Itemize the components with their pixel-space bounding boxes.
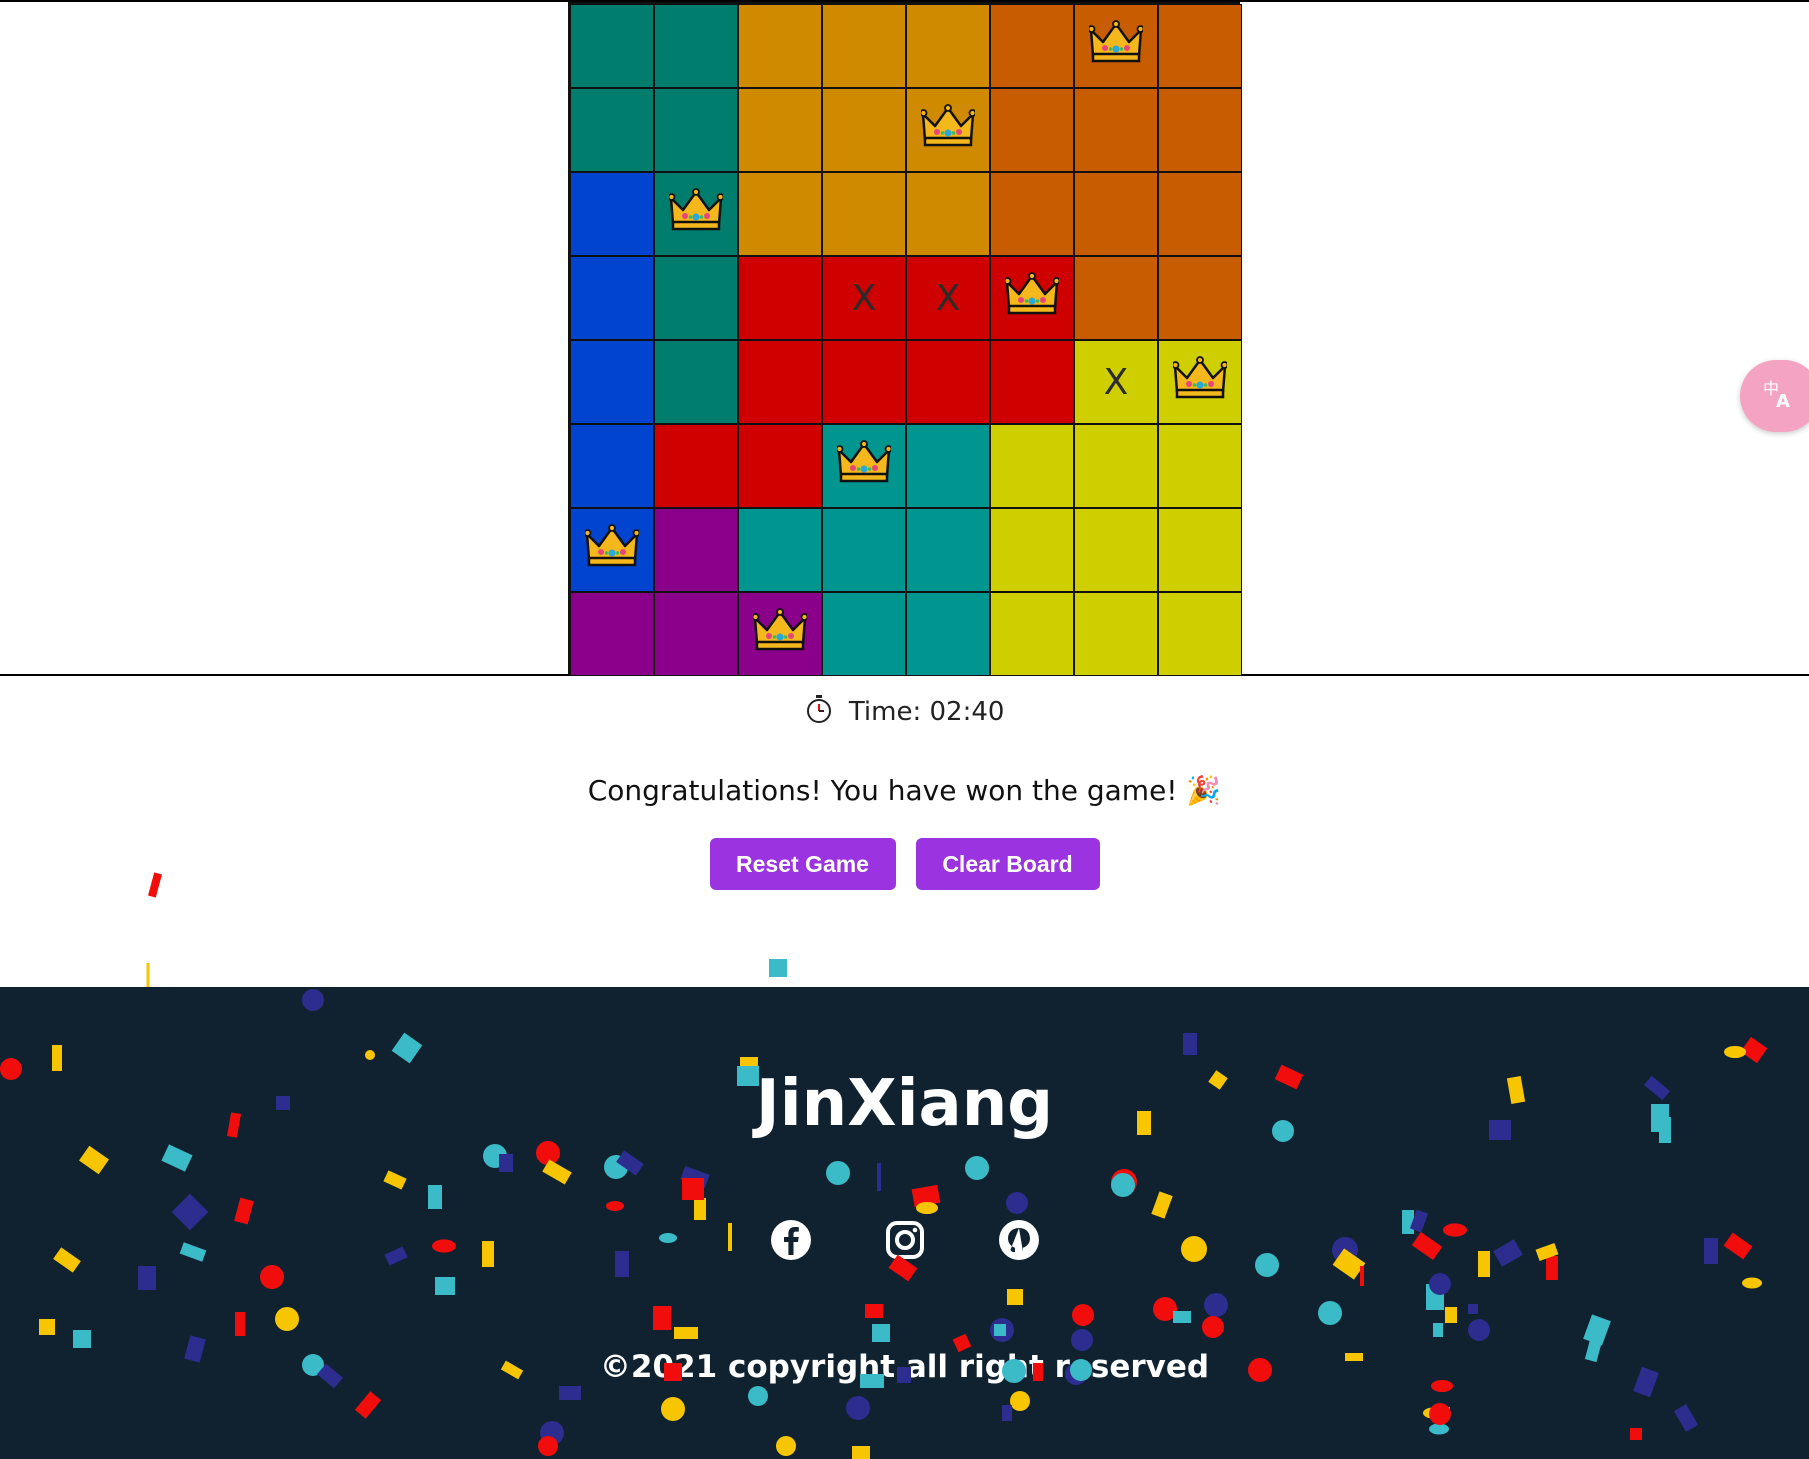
board-cell[interactable]: X <box>1074 340 1158 424</box>
board-cell[interactable]: X <box>822 256 906 340</box>
board-cell[interactable] <box>570 4 654 88</box>
board-cell[interactable] <box>822 592 906 676</box>
board-cell[interactable] <box>1158 592 1242 676</box>
board-cell[interactable] <box>990 340 1074 424</box>
board-cell[interactable] <box>990 172 1074 256</box>
crown-icon <box>583 523 641 577</box>
timer-label: Time: 02:40 <box>848 697 1005 727</box>
board-cell[interactable] <box>822 508 906 592</box>
x-mark: X <box>851 277 877 319</box>
board-cell[interactable] <box>990 592 1074 676</box>
board-cell[interactable] <box>1158 4 1242 88</box>
board-cell[interactable] <box>654 172 738 256</box>
stopwatch-icon <box>805 694 833 731</box>
board-cell[interactable] <box>1158 340 1242 424</box>
board-cell[interactable] <box>1074 256 1158 340</box>
board-cell[interactable] <box>738 4 822 88</box>
crown-icon <box>1003 271 1061 325</box>
crown-icon <box>751 607 809 661</box>
board-cell[interactable] <box>990 4 1074 88</box>
board-cell[interactable] <box>1158 172 1242 256</box>
board-cell[interactable] <box>1158 424 1242 508</box>
svg-text:A: A <box>1776 391 1790 410</box>
board-cell[interactable] <box>1158 508 1242 592</box>
board-cell[interactable] <box>990 88 1074 172</box>
instagram-icon[interactable] <box>884 1219 926 1261</box>
board-cell[interactable] <box>570 592 654 676</box>
confetti-piece <box>146 963 150 987</box>
board-cell[interactable] <box>906 340 990 424</box>
board-cell[interactable] <box>1074 592 1158 676</box>
board-cell[interactable] <box>906 4 990 88</box>
board-cell[interactable] <box>822 424 906 508</box>
board-cell[interactable] <box>654 424 738 508</box>
board-cell[interactable] <box>738 508 822 592</box>
footer: JinXiang ©2021 copyright all right reser… <box>0 987 1809 1459</box>
board-cell[interactable] <box>990 256 1074 340</box>
board-cell[interactable] <box>822 88 906 172</box>
copyright-text: ©2021 copyright all right reserved <box>599 1349 1210 1385</box>
board-cell[interactable] <box>906 88 990 172</box>
translate-icon: 中 A <box>1762 376 1796 417</box>
board-cell[interactable] <box>570 508 654 592</box>
board-cell[interactable] <box>822 4 906 88</box>
board-cell[interactable] <box>738 592 822 676</box>
board-cell[interactable] <box>570 256 654 340</box>
board-cell[interactable] <box>1158 256 1242 340</box>
win-message: Congratulations! You have won the game! … <box>587 774 1222 807</box>
board-cell[interactable] <box>738 424 822 508</box>
board-cell[interactable] <box>570 172 654 256</box>
facebook-icon[interactable] <box>770 1219 812 1261</box>
crown-icon <box>1171 355 1229 409</box>
board-cell[interactable] <box>990 508 1074 592</box>
board-cell[interactable] <box>654 256 738 340</box>
board-cell[interactable] <box>1074 424 1158 508</box>
board-cell[interactable] <box>906 592 990 676</box>
board-cell[interactable] <box>822 172 906 256</box>
board-cell[interactable] <box>570 340 654 424</box>
x-mark: X <box>1103 361 1129 403</box>
crown-icon <box>919 103 977 157</box>
translate-button[interactable]: 中 A <box>1740 360 1809 432</box>
board-cell[interactable] <box>654 88 738 172</box>
board-cell[interactable] <box>1074 172 1158 256</box>
board-cell[interactable] <box>654 4 738 88</box>
board-area: X X X <box>0 0 1809 676</box>
github-icon[interactable] <box>998 1219 1040 1261</box>
timer: Time: 02:40 <box>0 694 1809 731</box>
board-cell[interactable] <box>1074 88 1158 172</box>
board-cell[interactable] <box>738 340 822 424</box>
board-cell[interactable] <box>738 172 822 256</box>
confetti-piece <box>769 959 787 977</box>
reset-game-button[interactable]: Reset Game <box>709 838 896 890</box>
action-buttons: Reset Game Clear Board <box>0 838 1809 890</box>
social-links <box>0 1219 1809 1261</box>
footer-brand: JinXiang <box>755 1067 1054 1141</box>
board-cell[interactable] <box>570 88 654 172</box>
board-cell[interactable] <box>570 424 654 508</box>
board-cell[interactable] <box>738 256 822 340</box>
board-cell[interactable] <box>906 508 990 592</box>
board-cell[interactable] <box>654 508 738 592</box>
board-cell[interactable] <box>906 424 990 508</box>
board-cell[interactable] <box>822 340 906 424</box>
board-cell[interactable]: X <box>906 256 990 340</box>
board-cell[interactable] <box>1074 4 1158 88</box>
queens-board: X X X <box>568 2 1242 676</box>
board-cell[interactable] <box>906 172 990 256</box>
board-cell[interactable] <box>738 88 822 172</box>
crown-icon <box>835 439 893 493</box>
board-cell[interactable] <box>1074 508 1158 592</box>
board-cell[interactable] <box>1158 88 1242 172</box>
x-mark: X <box>935 277 961 319</box>
board-cell[interactable] <box>990 424 1074 508</box>
clear-board-button[interactable]: Clear Board <box>915 838 1100 890</box>
board-cell[interactable] <box>654 592 738 676</box>
crown-icon <box>1087 19 1145 73</box>
board-cell[interactable] <box>654 340 738 424</box>
crown-icon <box>667 187 725 241</box>
